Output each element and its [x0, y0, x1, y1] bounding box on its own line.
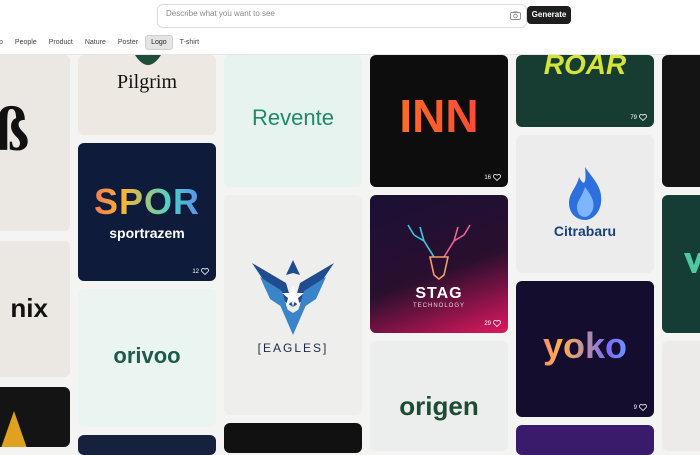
like-count[interactable]: 9: [634, 404, 647, 411]
monogram-logo: ß: [0, 96, 30, 164]
like-count[interactable]: 79: [630, 114, 647, 121]
spor-logo: SPOR: [78, 181, 216, 223]
card-sportrazem[interactable]: SPOR sportrazem 12: [78, 143, 216, 281]
card-monogram[interactable]: ß: [0, 55, 70, 231]
yoko-logo: yoko: [516, 325, 654, 367]
card-partial-dark[interactable]: [224, 423, 362, 453]
stag-icon: [407, 224, 471, 281]
orivoo-logo: orivoo: [113, 343, 181, 368]
generate-button[interactable]: Generate: [527, 6, 571, 24]
pilgrim-logo: Pilgrim: [116, 71, 177, 93]
citrabaru-wordmark: Citrabaru: [553, 223, 617, 239]
flame-icon: [569, 167, 602, 220]
card-yoko[interactable]: yoko 9: [516, 281, 654, 417]
v-mark-icon: [684, 253, 700, 273]
card-roar[interactable]: ROAR 79: [516, 55, 654, 127]
card-revente[interactable]: Revente: [224, 55, 362, 187]
card-partial-bottom[interactable]: [78, 435, 216, 455]
like-count[interactable]: 12: [192, 268, 209, 275]
sportrazem-wordmark: sportrazem: [109, 225, 185, 241]
tab-nature[interactable]: Nature: [80, 36, 111, 49]
tab-product[interactable]: Product: [44, 36, 78, 49]
card-partial-purple[interactable]: [516, 425, 654, 455]
eagles-wordmark: [EAGLES]: [257, 341, 329, 355]
origen-logo: origen: [399, 391, 479, 421]
tab-people[interactable]: People: [10, 36, 42, 49]
gold-mark-icon: [1, 411, 27, 447]
card-origen[interactable]: origen: [370, 341, 508, 451]
search-input[interactable]: [166, 9, 496, 18]
heart-icon: [493, 320, 501, 327]
card-right-green[interactable]: [662, 195, 700, 333]
tab-tshirt[interactable]: T-shirt: [175, 36, 204, 49]
tab-logo[interactable]: Logo: [145, 34, 173, 50]
card-right-light[interactable]: [662, 341, 700, 451]
card-stag[interactable]: STAG TECHNOLOGY 29: [370, 195, 508, 333]
card-pilgrim[interactable]: Pilgrim: [78, 55, 216, 135]
heart-icon: [639, 114, 647, 121]
camera-icon[interactable]: [510, 11, 521, 20]
card-right-dark[interactable]: [662, 55, 700, 187]
leaf-icon: [135, 55, 161, 65]
eagle-icon: [252, 260, 334, 335]
top-bar: Generate p People Product Nature Poster …: [0, 0, 700, 55]
nix-logo: nix: [10, 293, 48, 323]
card-orivoo[interactable]: orivoo: [78, 289, 216, 427]
heart-icon: [493, 174, 501, 181]
revente-logo: Revente: [252, 105, 334, 130]
like-count[interactable]: 29: [484, 320, 501, 327]
search-box[interactable]: [157, 4, 527, 28]
card-partial-gold[interactable]: [0, 387, 70, 447]
stag-wordmark: STAG: [415, 285, 463, 302]
roar-logo: ROAR: [543, 55, 627, 80]
inn-logo: INN: [370, 89, 508, 143]
card-eagles[interactable]: [EAGLES]: [224, 195, 362, 415]
heart-icon: [201, 268, 209, 275]
like-count[interactable]: 16: [484, 174, 501, 181]
card-inn[interactable]: INN 16: [370, 55, 508, 187]
category-tabs: p People Product Nature Poster Logo T-sh…: [0, 34, 206, 50]
tab-poster[interactable]: Poster: [113, 36, 143, 49]
card-citrabaru[interactable]: Citrabaru: [516, 135, 654, 273]
card-nix[interactable]: nix: [0, 241, 70, 377]
stag-subtitle: TECHNOLOGY: [412, 303, 465, 309]
tab-partial[interactable]: p: [0, 36, 8, 49]
heart-icon: [639, 404, 647, 411]
